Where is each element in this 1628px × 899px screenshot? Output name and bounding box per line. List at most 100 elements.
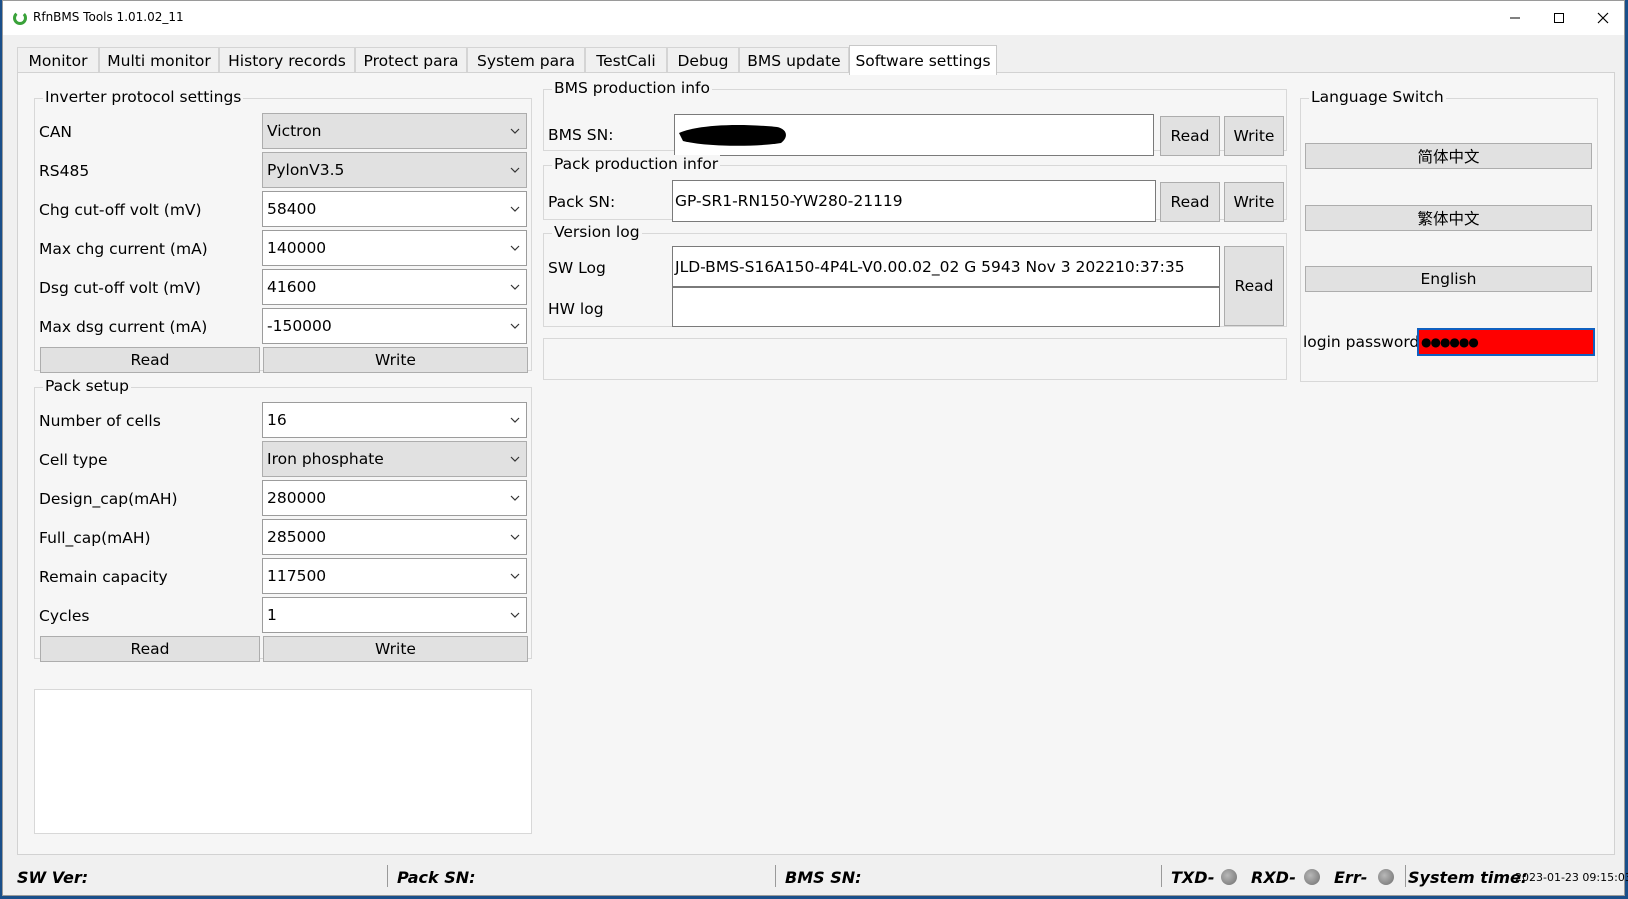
dsg-cutoff-volt-combo[interactable]: 41600 xyxy=(262,269,527,305)
cycles-value: 1 xyxy=(267,606,277,624)
full-cap-label: Full_cap(mAH) xyxy=(39,529,151,547)
bms-sn-read-button[interactable]: Read xyxy=(1160,116,1220,156)
bms-sn-write-button[interactable]: Write xyxy=(1224,116,1284,156)
err-indicator-icon xyxy=(1378,869,1394,885)
number-of-cells-combo[interactable]: 16 xyxy=(262,402,527,438)
tab-history-records[interactable]: History records xyxy=(219,47,355,74)
language-switch-group: Language Switch 简体中文 繁体中文 English login … xyxy=(1300,88,1598,382)
version-log-read-button[interactable]: Read xyxy=(1224,246,1284,326)
bms-sn-input[interactable] xyxy=(674,114,1154,156)
cell-type-select[interactable]: Iron phosphate xyxy=(262,441,527,477)
number-of-cells-value: 16 xyxy=(267,411,287,429)
status-separator xyxy=(1161,865,1162,887)
chevron-down-icon xyxy=(510,534,520,540)
chevron-down-icon xyxy=(510,167,520,173)
chg-cutoff-volt-combo[interactable]: 58400 xyxy=(262,191,527,227)
group-title: Pack production infor xyxy=(552,155,721,173)
chg-cutoff-volt-value: 58400 xyxy=(267,200,317,218)
status-separator xyxy=(775,865,776,887)
status-separator xyxy=(387,865,388,887)
status-txd: TXD- xyxy=(1171,868,1215,887)
cell-type-value: Iron phosphate xyxy=(267,450,384,468)
design-cap-value: 280000 xyxy=(267,489,327,507)
remain-capacity-combo[interactable]: 117500 xyxy=(262,558,527,594)
cell-type-label: Cell type xyxy=(39,451,108,469)
rs485-label: RS485 xyxy=(39,162,90,180)
status-separator xyxy=(1405,865,1406,887)
bms-production-group: BMS production info BMS SN: Read Write xyxy=(543,79,1287,156)
can-value: Victron xyxy=(267,122,322,140)
inverter-write-button[interactable]: Write xyxy=(263,347,528,373)
rxd-indicator-icon xyxy=(1304,869,1320,885)
tab-system-para[interactable]: System para xyxy=(467,47,585,74)
pack-production-group: Pack production infor Pack SN: GP-SR1-RN… xyxy=(543,155,1287,222)
minimize-icon xyxy=(1510,17,1520,19)
chevron-down-icon xyxy=(510,456,520,462)
pack-sn-input[interactable]: GP-SR1-RN150-YW280-21119 xyxy=(672,180,1156,222)
status-system-time-label: System time: xyxy=(1408,868,1528,887)
pack-sn-write-button[interactable]: Write xyxy=(1224,182,1284,222)
hw-log-input[interactable] xyxy=(672,287,1220,327)
lang-traditional-chinese-button[interactable]: 繁体中文 xyxy=(1305,205,1592,231)
chevron-down-icon xyxy=(510,284,520,290)
pack-setup-write-button[interactable]: Write xyxy=(263,636,528,662)
hw-log-label: HW log xyxy=(548,300,604,318)
number-of-cells-label: Number of cells xyxy=(39,412,161,430)
cycles-label: Cycles xyxy=(39,607,90,625)
chevron-down-icon xyxy=(510,612,520,618)
minimize-button[interactable] xyxy=(1493,1,1537,35)
lang-simplified-chinese-button[interactable]: 简体中文 xyxy=(1305,143,1592,169)
remain-capacity-label: Remain capacity xyxy=(39,568,168,586)
pack-sn-label: Pack SN: xyxy=(548,193,616,211)
version-extra-panel xyxy=(543,338,1287,380)
log-panel xyxy=(34,689,532,834)
max-chg-current-combo[interactable]: 140000 xyxy=(262,230,527,266)
rs485-value: PylonV3.5 xyxy=(267,161,345,179)
chevron-down-icon xyxy=(510,323,520,329)
max-chg-current-value: 140000 xyxy=(267,239,327,257)
status-bar: SW Ver: Pack SN: BMS SN: TXD- RXD- Err- … xyxy=(3,857,1628,895)
pack-sn-read-button[interactable]: Read xyxy=(1160,182,1220,222)
full-cap-combo[interactable]: 285000 xyxy=(262,519,527,555)
status-rxd: RXD- xyxy=(1251,868,1296,887)
tab-monitor[interactable]: Monitor xyxy=(17,47,99,74)
lang-english-button[interactable]: English xyxy=(1305,266,1592,292)
login-password-value: ●●●●●● xyxy=(1421,335,1479,349)
design-cap-combo[interactable]: 280000 xyxy=(262,480,527,516)
cycles-combo[interactable]: 1 xyxy=(262,597,527,633)
status-pack-sn: Pack SN: xyxy=(397,868,476,887)
status-bms-sn: BMS SN: xyxy=(785,868,862,887)
tab-debug[interactable]: Debug xyxy=(667,47,739,74)
tab-multi-monitor[interactable]: Multi monitor xyxy=(99,47,219,74)
login-password-label: login password: xyxy=(1303,333,1425,351)
software-settings-page: Inverter protocol settings CAN Victron R… xyxy=(17,72,1615,855)
close-button[interactable] xyxy=(1581,1,1625,35)
login-password-input[interactable]: ●●●●●● xyxy=(1417,328,1595,356)
tab-protect-para[interactable]: Protect para xyxy=(355,47,467,74)
maximize-button[interactable] xyxy=(1537,1,1581,35)
chevron-down-icon xyxy=(510,245,520,251)
group-title: Version log xyxy=(552,223,642,241)
app-window: RfnBMS Tools 1.01.02_11 Monitor Multi mo… xyxy=(2,0,1628,896)
can-label: CAN xyxy=(39,123,73,141)
pack-setup-read-button[interactable]: Read xyxy=(40,636,260,662)
chevron-down-icon xyxy=(510,206,520,212)
remain-capacity-value: 117500 xyxy=(267,567,327,585)
tab-testcali[interactable]: TestCali xyxy=(585,47,667,74)
tab-software-settings[interactable]: Software settings xyxy=(849,45,997,75)
group-title: Inverter protocol settings xyxy=(43,88,244,106)
sw-log-input[interactable]: JLD-BMS-S16A150-4P4L-V0.00.02_02 G 5943 … xyxy=(672,246,1220,287)
max-dsg-current-combo[interactable]: -150000 xyxy=(262,308,527,344)
tab-bms-update[interactable]: BMS update xyxy=(739,47,849,74)
pack-sn-value: GP-SR1-RN150-YW280-21119 xyxy=(675,192,903,210)
can-select[interactable]: Victron xyxy=(262,113,527,149)
txd-indicator-icon xyxy=(1221,869,1237,885)
dsg-cutoff-volt-value: 41600 xyxy=(267,278,317,296)
max-dsg-current-value: -150000 xyxy=(267,317,332,335)
inverter-read-button[interactable]: Read xyxy=(40,347,260,373)
app-logo-icon xyxy=(13,11,27,25)
maximize-icon xyxy=(1554,13,1564,23)
group-title: Language Switch xyxy=(1309,88,1446,106)
rs485-select[interactable]: PylonV3.5 xyxy=(262,152,527,188)
status-system-time-value: 2023-01-23 09:15:03 xyxy=(1515,871,1628,884)
